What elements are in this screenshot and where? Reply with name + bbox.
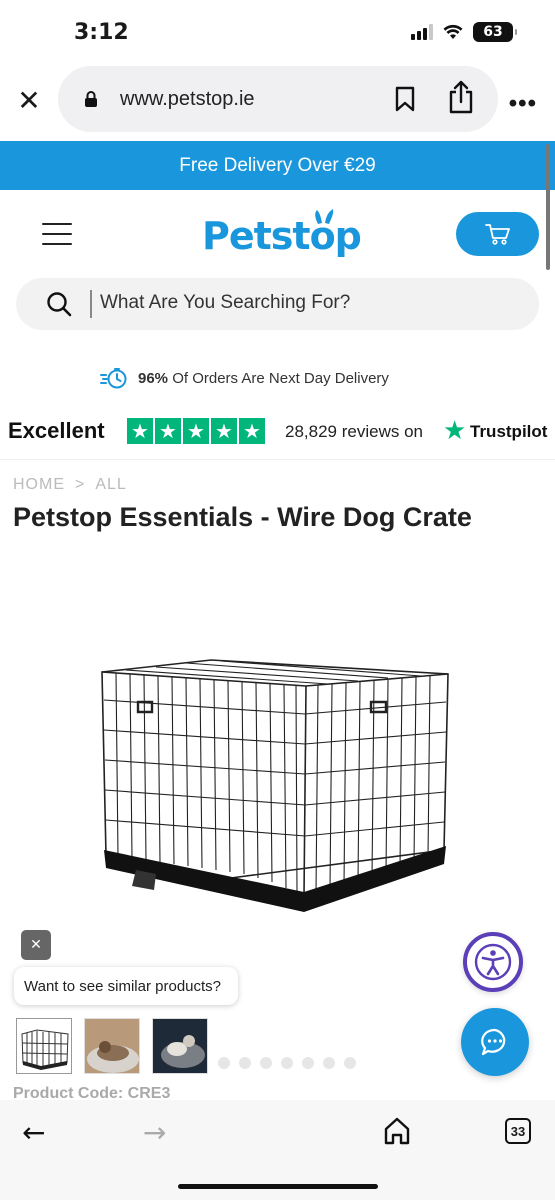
home-icon[interactable]	[383, 1116, 411, 1146]
status-bar: 3:12 63	[0, 0, 555, 66]
close-icon[interactable]: ✕	[14, 86, 44, 116]
logo-ears-icon	[315, 209, 334, 224]
gallery-dot[interactable]	[344, 1057, 356, 1069]
accessibility-button[interactable]	[463, 932, 523, 992]
free-delivery-banner: Free Delivery Over €29	[0, 141, 555, 190]
delivery-percent: 96%	[138, 369, 169, 387]
similar-products-prompt[interactable]: Want to see similar products?	[14, 967, 238, 1005]
trustpilot-rating-word: Excellent	[8, 418, 105, 443]
thumbnail-dog-bed[interactable]	[84, 1018, 140, 1074]
star-icon: ★	[155, 418, 181, 444]
search-input[interactable]: What Are You Searching For?	[16, 278, 539, 330]
wifi-icon	[443, 24, 463, 39]
gallery-dot[interactable]	[323, 1057, 335, 1069]
chat-icon	[481, 1028, 506, 1056]
search-icon	[47, 292, 72, 317]
lock-icon	[85, 91, 97, 107]
home-indicator	[178, 1184, 378, 1189]
breadcrumb: HOME > ALL	[13, 476, 127, 494]
more-options-icon[interactable]: •••	[509, 90, 537, 118]
trustpilot-logo-star-icon: ★	[443, 416, 467, 446]
chat-button[interactable]	[461, 1008, 529, 1076]
similar-products-text: Want to see similar products?	[24, 977, 222, 995]
trustpilot-brand: Trustpilot	[470, 422, 548, 441]
star-icon: ★	[239, 418, 265, 444]
battery-icon: 63	[473, 22, 517, 42]
site-header: Petstop	[0, 190, 555, 278]
tabs-button[interactable]: 33	[505, 1118, 531, 1144]
next-day-delivery-info: 96% Of Orders Are Next Day Delivery	[100, 364, 389, 392]
product-thumbnails	[16, 1018, 208, 1074]
search-caret	[90, 290, 92, 318]
gallery-dot[interactable]	[218, 1057, 230, 1069]
trustpilot-widget[interactable]: Excellent ★ ★ ★ ★ ★ 28,829 reviews on ★ …	[0, 416, 555, 448]
thumbnail-crate[interactable]	[16, 1018, 72, 1074]
gallery-pagination	[218, 1057, 356, 1069]
breadcrumb-home[interactable]: HOME	[13, 476, 65, 494]
gallery-dot[interactable]	[281, 1057, 293, 1069]
breadcrumb-all[interactable]: ALL	[95, 476, 126, 494]
product-image-wire-crate[interactable]	[96, 650, 456, 920]
search-placeholder: What Are You Searching For?	[100, 292, 351, 313]
divider	[0, 459, 555, 460]
cart-button[interactable]	[456, 212, 539, 256]
product-title: Petstop Essentials - Wire Dog Crate	[13, 502, 472, 532]
browser-url-bar: ✕ www.petstop.ie •••	[0, 66, 555, 136]
status-time: 3:12	[74, 20, 129, 45]
url-text: www.petstop.ie	[120, 88, 255, 110]
petstop-logo[interactable]: Petstop	[202, 214, 362, 258]
trustpilot-stars: ★ ★ ★ ★ ★	[127, 418, 265, 444]
share-icon[interactable]	[448, 80, 474, 114]
status-icons: 63	[411, 22, 517, 42]
gallery-dot[interactable]	[239, 1057, 251, 1069]
star-icon: ★	[183, 418, 209, 444]
menu-icon[interactable]	[42, 223, 72, 245]
thumbnail-dog-lifestyle[interactable]	[152, 1018, 208, 1074]
cellular-signal-icon	[411, 24, 433, 40]
forward-arrow-icon[interactable]: →	[143, 1116, 166, 1149]
cart-icon	[484, 224, 510, 245]
free-delivery-text: Free Delivery Over €29	[179, 154, 376, 176]
accessibility-icon	[474, 943, 512, 981]
breadcrumb-separator: >	[75, 476, 86, 493]
trustpilot-review-count: 28,829 reviews on	[285, 422, 423, 441]
delivery-text: Of Orders Are Next Day Delivery	[172, 369, 389, 387]
fast-delivery-clock-icon	[100, 368, 127, 389]
gallery-dot[interactable]	[260, 1057, 272, 1069]
star-icon: ★	[211, 418, 237, 444]
star-icon: ★	[127, 418, 153, 444]
bookmark-icon[interactable]	[394, 86, 416, 112]
back-arrow-icon[interactable]: ←	[22, 1116, 45, 1149]
gallery-dot[interactable]	[302, 1057, 314, 1069]
address-field[interactable]: www.petstop.ie	[58, 66, 498, 132]
close-similar-products-button[interactable]: ✕	[21, 930, 51, 960]
